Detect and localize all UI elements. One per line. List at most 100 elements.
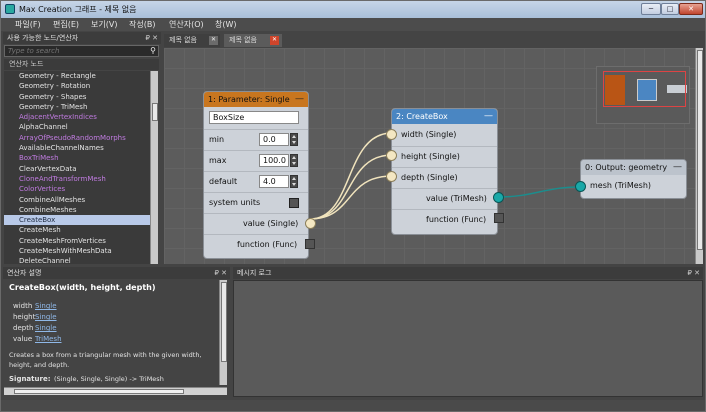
func-row: function (Func) [392, 209, 497, 229]
graph-canvas[interactable]: 1: Parameter: Single — BoxSize min 0.0 m… [164, 48, 702, 264]
node-header[interactable]: 1: Parameter: Single [204, 92, 308, 107]
list-item[interactable]: DeleteChannel [4, 256, 150, 264]
depth-input-port[interactable] [386, 171, 397, 182]
op-desc-hscroll[interactable] [4, 387, 227, 395]
minimap[interactable] [596, 66, 690, 124]
menu-file[interactable]: 파일(F) [15, 19, 41, 30]
in-depth-label: depth (Single) [401, 173, 458, 182]
list-item[interactable]: ClearVertexData [4, 164, 150, 174]
list-item[interactable]: CombineAllMeshes [4, 195, 150, 205]
op-signature-title: CreateBox(width, height, depth) [9, 283, 156, 292]
min-spinner[interactable] [290, 133, 298, 146]
list-item[interactable]: AdjacentVertexIndices [4, 112, 150, 122]
param-value-row: value (Single) [204, 213, 308, 233]
list-item[interactable]: CombineMeshes [4, 205, 150, 215]
tab-untitled-2[interactable]: 제목 없음 ✕ [224, 34, 282, 47]
minimize-button[interactable]: ─ [641, 3, 661, 15]
max-field[interactable]: 100.0 [259, 154, 289, 167]
scroll-thumb[interactable] [221, 282, 227, 362]
list-item[interactable]: CreateMeshWithMeshData [4, 246, 150, 256]
panel-pin-close-icon[interactable]: ₽ ✕ [687, 267, 700, 279]
value-output-port[interactable] [305, 218, 316, 229]
wire-width [309, 132, 393, 220]
param-type-link[interactable]: Single [35, 302, 57, 310]
node-list-scrollbar[interactable] [150, 71, 158, 264]
list-item[interactable]: CreateBox [4, 215, 150, 226]
func-output-port[interactable] [494, 213, 504, 223]
search-box[interactable]: ⚲ [4, 45, 159, 57]
canvas-vscroll[interactable] [695, 48, 703, 264]
op-desc-scrollbar[interactable] [219, 280, 227, 385]
menu-bar: 파일(F) 편집(E) 보기(V) 작성(B) 연산자(O) 창(W) [1, 18, 705, 31]
node-minimize-button[interactable]: — [673, 162, 682, 172]
op-description: Creates a box from a triangular mesh wit… [9, 351, 202, 359]
list-item[interactable]: BoxTriMesh [4, 153, 150, 163]
system-units-checkbox[interactable] [289, 198, 299, 208]
value-output-port[interactable] [493, 192, 504, 203]
list-item[interactable]: ColorVertices [4, 184, 150, 194]
node-createbox[interactable]: 2: CreateBox — width (Single) height (Si… [386, 108, 504, 235]
maximize-button[interactable]: □ [661, 3, 679, 15]
param-min-row: min 0.0 [204, 129, 308, 149]
param-func-row: function (Func) [204, 234, 308, 254]
height-input-port[interactable] [386, 150, 397, 161]
msg-log-body[interactable] [233, 280, 703, 397]
list-category[interactable]: Geometry - TriMesh [4, 102, 150, 112]
window-title: Max Creation 그래프 - 제목 없음 [19, 5, 137, 14]
menu-edit[interactable]: 편집(E) [53, 19, 79, 30]
nodes-panel-header: 사용 가능한 노드/연산자 ₽ ✕ [3, 32, 161, 44]
menu-window[interactable]: 창(W) [215, 19, 237, 30]
default-label: default [209, 177, 238, 186]
list-category[interactable]: Geometry - Rotation [4, 81, 150, 91]
tab-untitled-1[interactable]: 제목 없음 ✕ [164, 34, 220, 47]
panel-pin-close-icon[interactable]: ₽ ✕ [145, 32, 158, 44]
param-type-link[interactable]: TriMesh [35, 335, 62, 343]
width-input-port[interactable] [386, 129, 397, 140]
wire-depth [309, 175, 393, 220]
close-button[interactable]: ✕ [679, 3, 703, 15]
list-category[interactable]: Geometry - Rectangle [4, 71, 150, 81]
menu-operators[interactable]: 연산자(O) [169, 19, 204, 30]
node-minimize-button[interactable]: — [295, 94, 304, 104]
default-field[interactable]: 4.0 [259, 175, 289, 188]
node-header[interactable]: 0: Output: geometry [581, 160, 686, 175]
list-category[interactable]: Geometry - Shapes [4, 92, 150, 102]
minimap-viewport[interactable] [603, 71, 686, 107]
tab-close-icon[interactable]: ✕ [209, 36, 218, 45]
search-input[interactable] [5, 46, 145, 56]
param-name: depth [13, 324, 34, 332]
list-item[interactable]: ArrayOfPseudoRandomMorphs [4, 133, 150, 143]
node-output-geometry[interactable]: 0: Output: geometry — mesh (TriMesh) [575, 159, 687, 199]
node-minimize-button[interactable]: — [484, 111, 493, 121]
node-header[interactable]: 2: CreateBox [392, 109, 497, 124]
list-item[interactable]: CreateMeshFromVertices [4, 236, 150, 246]
signature-label: Signature: [9, 375, 51, 383]
in-width-label: width (Single) [401, 130, 457, 139]
menu-build[interactable]: 작성(B) [129, 19, 155, 30]
param-type-link[interactable]: Single [35, 324, 57, 332]
system-units-label: system units [209, 198, 261, 207]
min-field[interactable]: 0.0 [259, 133, 289, 146]
category-header[interactable]: 연산자 노드 [4, 59, 159, 70]
max-spinner[interactable] [290, 154, 298, 167]
param-name: height [13, 313, 36, 321]
scroll-thumb[interactable] [697, 50, 703, 250]
op-description: height, and depth. [9, 361, 70, 369]
list-item[interactable]: CloneAndTransformMesh [4, 174, 150, 184]
param-name-field[interactable]: BoxSize [209, 111, 299, 124]
node-parameter-single[interactable]: 1: Parameter: Single — BoxSize min 0.0 m… [203, 91, 316, 259]
scroll-thumb[interactable] [14, 389, 184, 394]
panel-pin-close-icon[interactable]: ₽ ✕ [214, 267, 227, 279]
mesh-input-port[interactable] [575, 181, 586, 192]
list-item[interactable]: AvailableChannelNames [4, 143, 150, 153]
search-icon[interactable]: ⚲ [150, 46, 156, 55]
list-item[interactable]: CreateMesh [4, 225, 150, 235]
func-output-port[interactable] [305, 239, 315, 249]
scroll-thumb[interactable] [152, 103, 158, 121]
status-bar [1, 400, 705, 411]
tab-close-icon[interactable]: ✕ [270, 36, 279, 45]
default-spinner[interactable] [290, 175, 298, 188]
menu-view[interactable]: 보기(V) [91, 19, 117, 30]
list-item[interactable]: AlphaChannel [4, 122, 150, 132]
param-type-link[interactable]: Single [35, 313, 57, 321]
